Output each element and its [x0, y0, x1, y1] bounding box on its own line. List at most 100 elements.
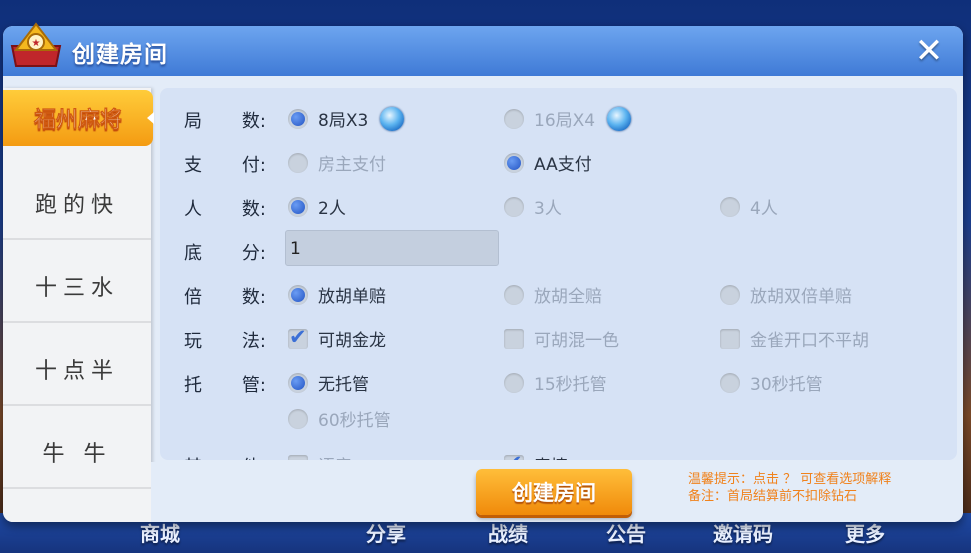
- option-label: 语音: [318, 452, 352, 460]
- base-score-label: 底 分:: [184, 239, 266, 265]
- radio-checked-icon[interactable]: [288, 284, 308, 305]
- rounds-option-8[interactable]: 8局X3: [288, 106, 405, 131]
- multiplier-option-double[interactable]: 放胡双倍单赔: [720, 282, 852, 307]
- create-room-dialog: 创建房间 ✕ 福州麻将 跑的快 十三水 十点半 牛 牛 局 数: 8局X3 16…: [3, 26, 963, 522]
- payment-row: 支 付: 房主支付 AA支付: [160, 142, 957, 182]
- dialog-footer: 创建房间 温馨提示：点击 ？ 可查看选项解释 备注：首局结算前不扣除钻石: [151, 462, 963, 522]
- hosting-option-15s[interactable]: 15秒托管: [504, 370, 607, 395]
- label-part: 其: [184, 453, 202, 460]
- label-part: 法:: [241, 331, 266, 352]
- option-label: 30秒托管: [750, 375, 823, 395]
- checkbox-unchecked-icon[interactable]: [504, 328, 524, 349]
- radio-unchecked-icon[interactable]: [504, 196, 524, 217]
- label-part: 付:: [241, 155, 266, 176]
- base-score-input[interactable]: 1: [285, 230, 499, 266]
- other-option-voice[interactable]: 语音: [288, 452, 352, 460]
- radio-unchecked-icon[interactable]: [720, 284, 740, 305]
- radio-unchecked-icon[interactable]: [504, 284, 524, 305]
- checkbox-unchecked-icon[interactable]: [720, 328, 740, 349]
- players-option-3[interactable]: 3人: [504, 194, 562, 219]
- label-part: 数:: [241, 111, 266, 132]
- label-part: 数:: [241, 287, 266, 308]
- option-label: 4人: [750, 199, 778, 219]
- players-label: 人 数:: [184, 195, 266, 221]
- settings-panel: 局 数: 8局X3 16局X4 支 付: 房主支付 AA支付 人 数: 2人 3…: [160, 88, 957, 460]
- option-label: 2人: [318, 199, 346, 219]
- checkbox-unchecked-icon[interactable]: [288, 454, 308, 460]
- bg-share-label: 分享: [366, 522, 406, 546]
- label-part: 人: [184, 199, 202, 220]
- tip-line-1: 温馨提示：点击 ？ 可查看选项解释: [688, 472, 892, 487]
- bg-shop-label: 商城: [140, 522, 180, 546]
- diamond-icon: [607, 106, 632, 131]
- hosting-option-60s[interactable]: 60秒托管: [288, 406, 391, 431]
- radio-unchecked-icon[interactable]: [288, 152, 308, 173]
- tab-paodekuai[interactable]: 跑的快: [3, 168, 151, 240]
- tab-shisanshui[interactable]: 十三水: [3, 251, 151, 323]
- base-score-row: 底 分: 1: [160, 230, 957, 270]
- label-part: 他:: [242, 453, 266, 460]
- label-part: 数:: [241, 199, 266, 220]
- radio-checked-icon[interactable]: [288, 196, 308, 217]
- option-label: 表情: [534, 452, 568, 460]
- hosting-option-30s[interactable]: 30秒托管: [720, 370, 823, 395]
- other-label: 其 他:: [184, 453, 266, 460]
- label-part: 玩: [184, 331, 202, 352]
- tab-shidianban[interactable]: 十点半: [3, 334, 151, 406]
- option-label: 放胡双倍单赔: [750, 287, 852, 307]
- other-row: 其 他: 语音 表情: [160, 444, 957, 460]
- payment-option-aa[interactable]: AA支付: [504, 150, 592, 175]
- other-option-emoji[interactable]: 表情: [504, 451, 568, 460]
- svg-text:★: ★: [32, 38, 41, 49]
- option-label: 8局X3: [318, 111, 369, 131]
- game-logo-icon: ★: [10, 22, 62, 67]
- radio-unchecked-icon[interactable]: [720, 372, 740, 393]
- option-label: 可胡金龙: [318, 331, 386, 351]
- players-option-2[interactable]: 2人: [288, 194, 346, 219]
- rule-option-golden-sparrow[interactable]: 金雀开口不平胡: [720, 326, 869, 351]
- multiplier-label: 倍 数:: [184, 283, 266, 309]
- rounds-label: 局 数:: [184, 107, 266, 133]
- create-room-button[interactable]: 创建房间: [476, 469, 632, 515]
- option-label: 放胡单赔: [318, 287, 386, 307]
- tab-niuniu[interactable]: 牛 牛: [3, 417, 151, 489]
- option-label: 60秒托管: [318, 411, 391, 431]
- rounds-option-16[interactable]: 16局X4: [504, 106, 632, 131]
- rule-option-mixed-suit[interactable]: 可胡混一色: [504, 326, 619, 351]
- multiplier-option-single[interactable]: 放胡单赔: [288, 282, 386, 307]
- tip-line-2: 备注：首局结算前不扣除钻石: [688, 489, 858, 504]
- dialog-title: 创建房间: [72, 42, 168, 68]
- hosting-option-none[interactable]: 无托管: [288, 370, 369, 395]
- radio-checked-icon[interactable]: [288, 372, 308, 393]
- radio-unchecked-icon[interactable]: [720, 196, 740, 217]
- radio-unchecked-icon[interactable]: [504, 372, 524, 393]
- checkbox-checked-icon[interactable]: [504, 451, 524, 460]
- players-option-4[interactable]: 4人: [720, 194, 778, 219]
- radio-checked-icon[interactable]: [288, 108, 308, 129]
- bg-records-label: 战绩: [488, 522, 528, 546]
- rule-option-golden-dragon[interactable]: 可胡金龙: [288, 325, 386, 351]
- close-button[interactable]: ✕: [913, 34, 945, 68]
- multiplier-option-all[interactable]: 放胡全赔: [504, 282, 602, 307]
- label-part: 托: [184, 375, 202, 396]
- hosting-label: 托 管:: [184, 371, 266, 397]
- option-label: 放胡全赔: [534, 287, 602, 307]
- bg-more-label: 更多: [845, 522, 885, 546]
- radio-unchecked-icon[interactable]: [504, 108, 524, 129]
- rounds-row: 局 数: 8局X3 16局X4: [160, 98, 957, 138]
- label-part: 局: [184, 111, 202, 132]
- game-tabs: 福州麻将 跑的快 十三水 十点半 牛 牛: [3, 88, 154, 522]
- radio-unchecked-icon[interactable]: [288, 408, 308, 429]
- tab-fuzhou-mahjong[interactable]: 福州麻将: [3, 90, 154, 146]
- payment-option-owner[interactable]: 房主支付: [288, 150, 386, 175]
- option-label: 15秒托管: [534, 375, 607, 395]
- multiplier-row: 倍 数: 放胡单赔 放胡全赔 放胡双倍单赔: [160, 274, 957, 314]
- option-label: 3人: [534, 199, 562, 219]
- option-label: 金雀开口不平胡: [750, 331, 869, 351]
- radio-checked-icon[interactable]: [504, 152, 524, 173]
- play-rules-label: 玩 法:: [184, 327, 266, 353]
- checkbox-checked-icon[interactable]: [288, 325, 308, 349]
- option-label: AA支付: [534, 155, 592, 175]
- bg-notice-label: 公告: [606, 522, 646, 546]
- label-part: 倍: [184, 287, 202, 308]
